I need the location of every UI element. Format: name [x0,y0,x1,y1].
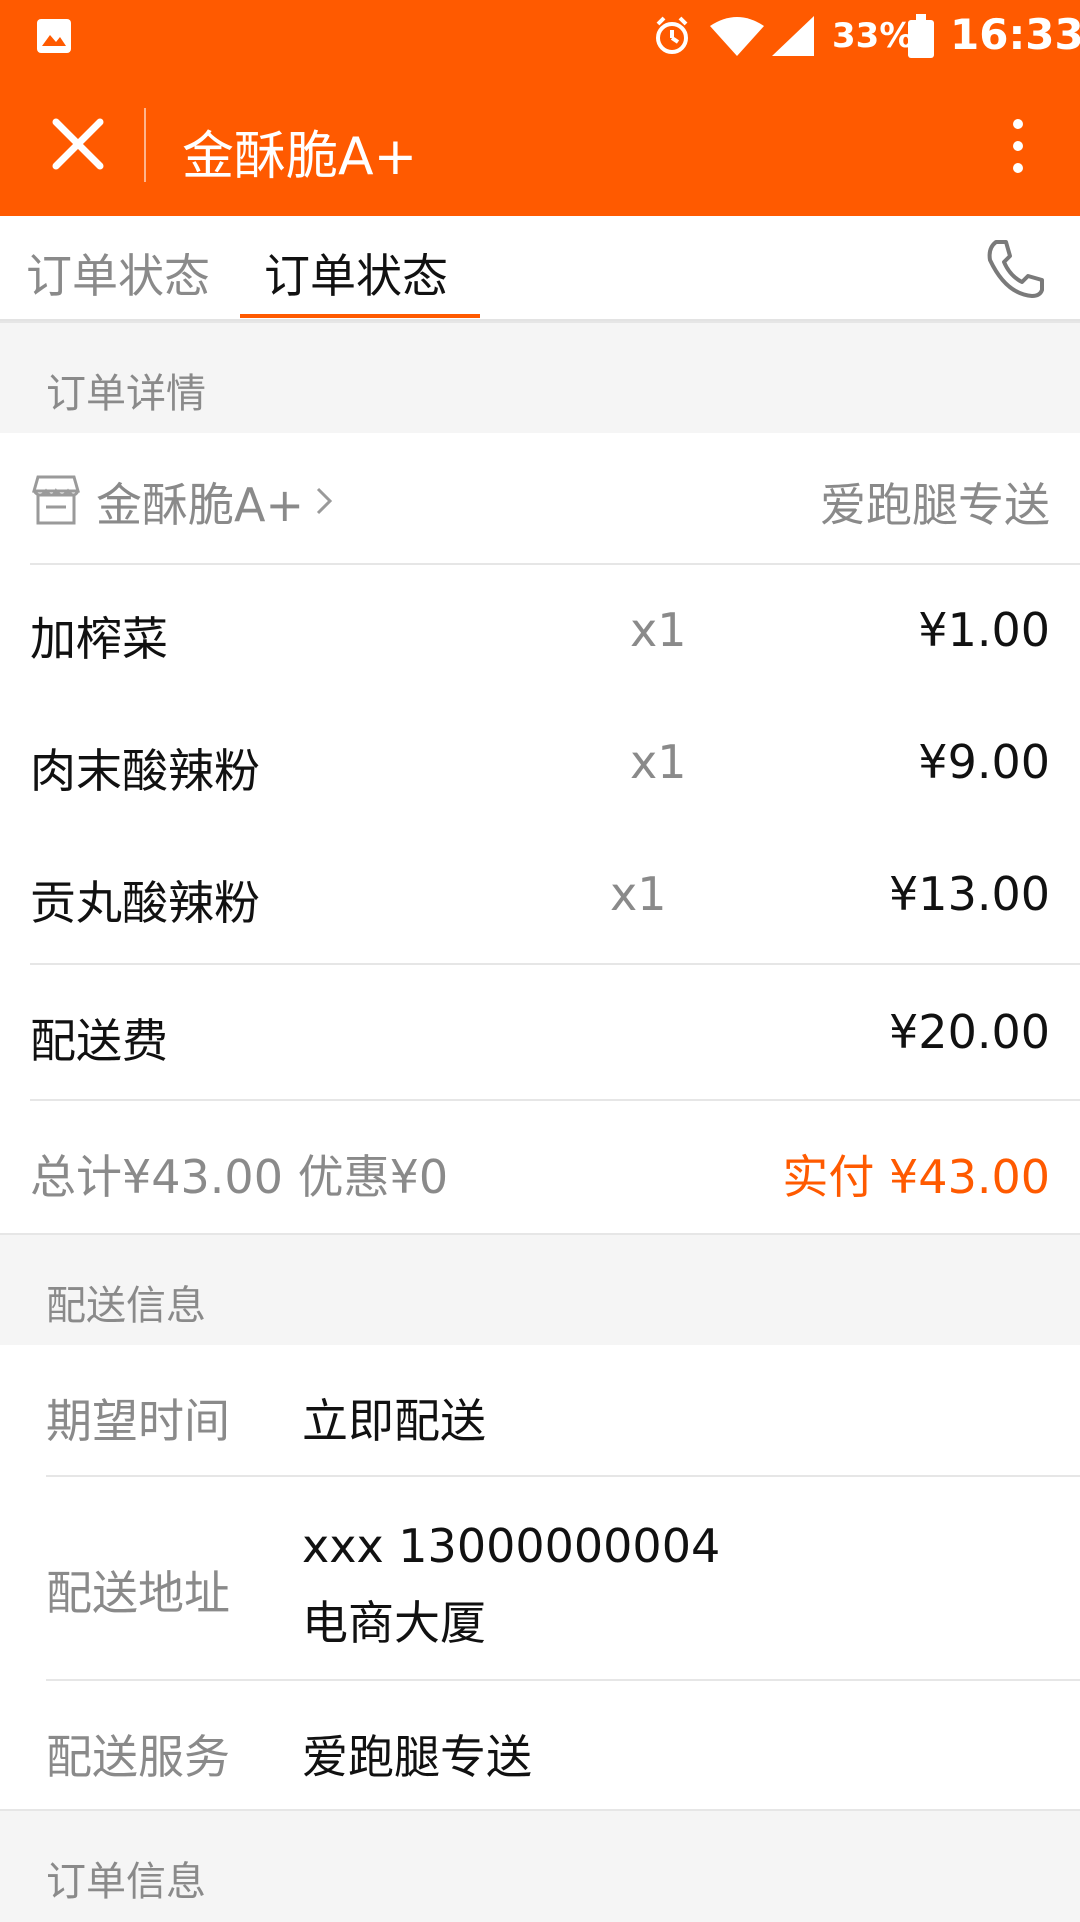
item-qty: x1 [630,603,687,657]
item-qty: x1 [630,735,687,789]
battery-icon [906,14,936,60]
delivery-service-row: 配送服务 爱跑腿专送 [0,1681,1080,1809]
delivery-service-name: 爱跑腿专送 [820,478,1050,532]
address-label: 配送地址 [46,1566,230,1620]
wifi-icon [708,14,766,58]
appbar-divider [144,108,146,182]
delivery-service-value: 爱跑腿专送 [302,1730,532,1784]
address-row: 配送地址 xxx 13000000004 电商大厦 [0,1477,1080,1679]
total-and-discount: 总计¥43.00 优惠¥0 [30,1150,449,1204]
section-header-order-details: 订单详情 [0,321,1080,435]
paid-amount: 实付 ¥43.00 [782,1150,1050,1204]
order-item-row: 肉末酸辣粉 x1 ¥9.00 [0,697,1080,829]
delivery-fee-amount: ¥20.00 [889,1005,1050,1059]
item-name: 加榨菜 [30,612,168,666]
alarm-icon [650,14,694,58]
store-row[interactable]: 金酥脆A+ 爱跑腿专送 [0,433,1080,563]
delivery-fee-row: 配送费 ¥20.00 [0,965,1080,1099]
item-price: ¥1.00 [918,603,1050,657]
delivery-fee-label: 配送费 [30,1014,168,1068]
order-item-row: 加榨菜 x1 ¥1.00 [0,565,1080,697]
phone-button[interactable] [980,234,1050,304]
store-name: 金酥脆A+ [96,478,305,532]
expected-time-value: 立即配送 [302,1394,486,1448]
section-header-delivery-info: 配送信息 [0,1233,1080,1347]
battery-percent: 33% [832,16,914,56]
signal-icon [770,14,816,58]
expected-time-row: 期望时间 立即配送 [0,1345,1080,1475]
status-bar: 33% 16:33 [0,0,1080,74]
image-icon [36,18,72,54]
app-bar: 金酥脆A+ [0,74,1080,216]
order-details-card: 金酥脆A+ 爱跑腿专送 加榨菜 x1 ¥1.00 肉末酸辣粉 x1 ¥9.00 … [0,433,1080,1233]
item-price: ¥13.00 [889,867,1050,921]
active-tab-indicator [240,314,480,318]
tabs-bar: 订单状态 订单状态 [0,216,1080,321]
section-title: 订单信息 [46,1859,206,1905]
phone-icon [980,234,1050,304]
item-qty: x1 [610,867,667,921]
delivery-service-label: 配送服务 [46,1730,230,1784]
delivery-info-card: 期望时间 立即配送 配送地址 xxx 13000000004 电商大厦 配送服务… [0,1345,1080,1809]
close-icon [48,114,108,174]
item-price: ¥9.00 [918,735,1050,789]
store-icon [28,471,84,527]
close-button[interactable] [30,96,130,196]
more-options-button[interactable] [982,96,1054,196]
order-item-row: 贡丸酸辣粉 x1 ¥13.00 [0,829,1080,961]
tab-order-status-active[interactable]: 订单状态 [264,240,448,306]
page-title: 金酥脆A+ [182,127,418,187]
address-line-1: xxx 13000000004 [302,1519,721,1573]
summary-row: 总计¥43.00 优惠¥0 实付 ¥43.00 [0,1101,1080,1233]
expected-time-label: 期望时间 [46,1394,230,1448]
address-line-2: 电商大厦 [302,1596,486,1650]
chevron-right-icon [312,481,336,521]
item-name: 贡丸酸辣粉 [30,876,260,930]
section-title: 配送信息 [46,1283,206,1329]
status-time: 16:33 [950,10,1080,59]
tab-order-status[interactable]: 订单状态 [26,240,210,306]
section-title: 订单详情 [46,371,206,417]
section-header-order-info: 订单信息 [0,1809,1080,1922]
more-vertical-icon [998,114,1038,178]
item-name: 肉末酸辣粉 [30,744,260,798]
